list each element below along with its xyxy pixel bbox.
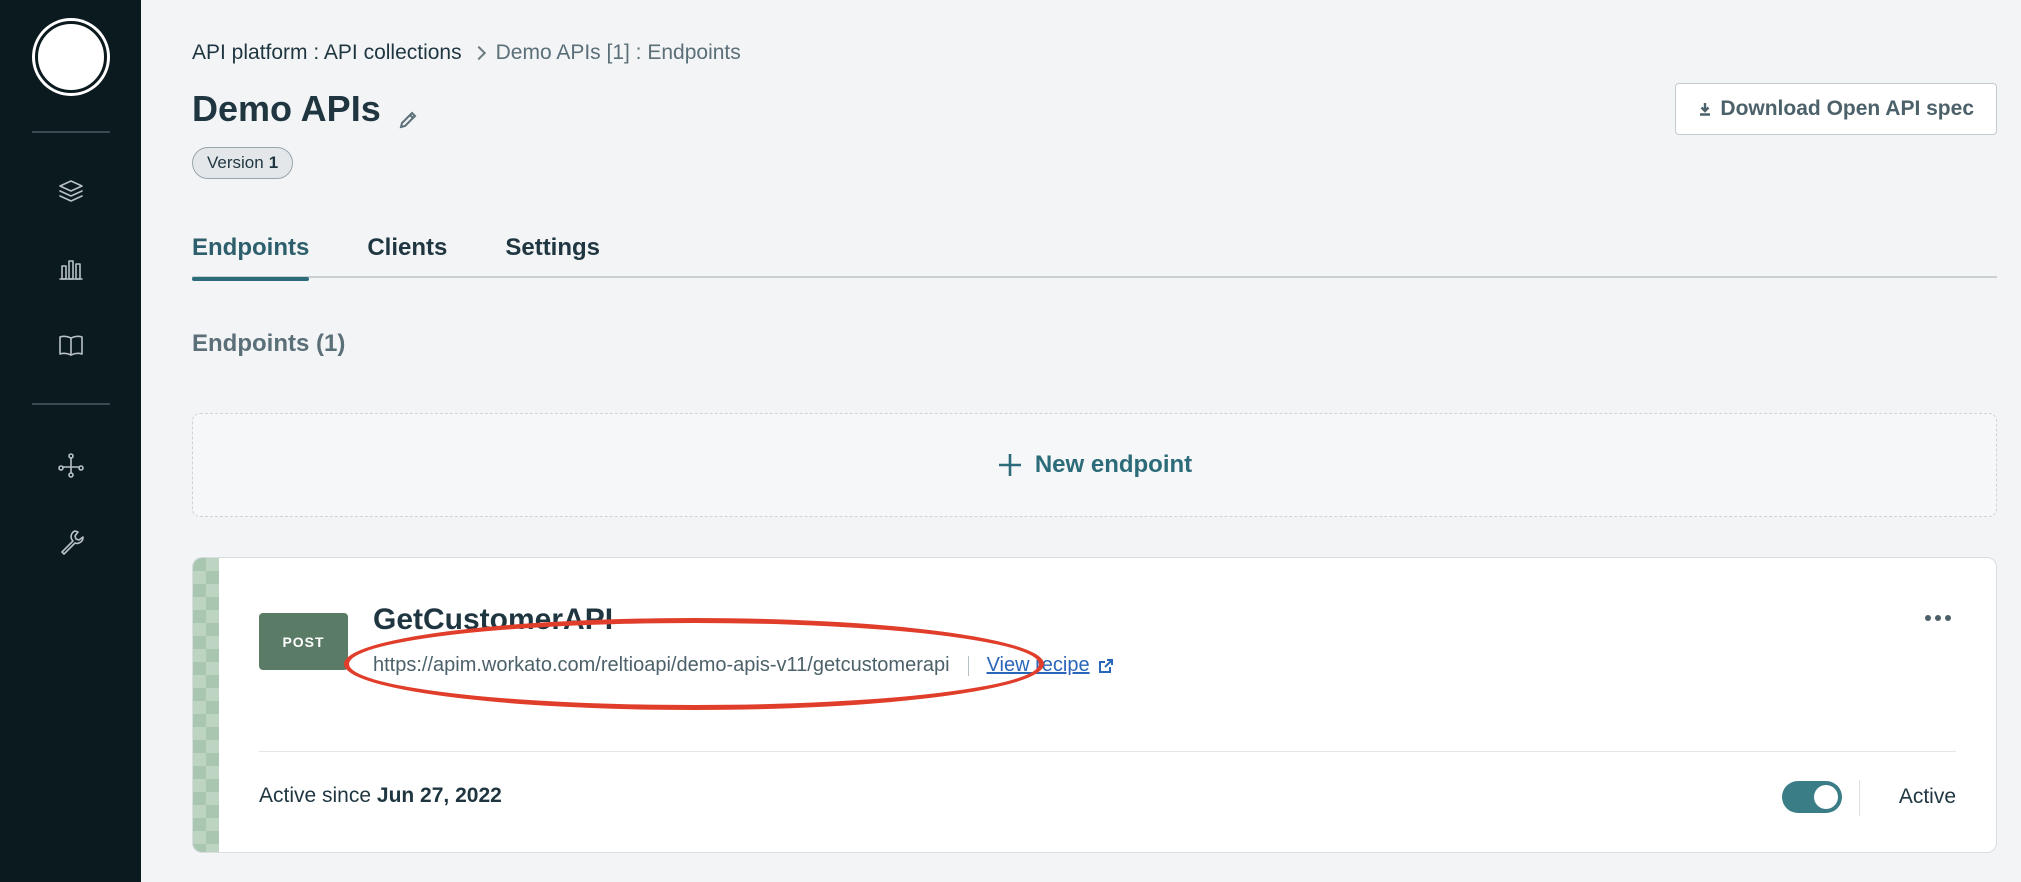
active-toggle[interactable]: [1782, 781, 1842, 813]
more-dots-icon: [1945, 615, 1951, 621]
toggle-divider: [1859, 780, 1860, 816]
tab-clients[interactable]: Clients: [367, 228, 447, 278]
card-divider: [259, 751, 1956, 752]
active-since: Active since Jun 27, 2022: [259, 784, 502, 808]
book-icon: [58, 335, 83, 356]
logo[interactable]: [34, 21, 107, 93]
method-badge: POST: [259, 613, 348, 670]
network-icon: [57, 453, 84, 478]
page-title-text: Demo APIs: [192, 88, 381, 129]
toggle-knob: [1814, 785, 1838, 809]
sidebar-divider: [31, 131, 110, 133]
endpoints-section-title: Endpoints (1): [192, 330, 346, 357]
bar-chart-icon: [58, 260, 83, 280]
endpoint-card: POST GetCustomerAPI https://apim.workato…: [192, 557, 1997, 853]
tab-bar: Endpoints Clients Settings: [192, 228, 1997, 281]
new-endpoint-button[interactable]: New endpoint: [192, 413, 1997, 517]
sidebar-item-docs[interactable]: [51, 325, 91, 365]
breadcrumb-root-link[interactable]: API platform : API collections: [192, 41, 462, 65]
sidebar-item-collections[interactable]: [51, 171, 91, 211]
sidebar-item-tools[interactable]: [51, 522, 91, 562]
external-link-icon: [1098, 658, 1113, 673]
main-content: API platform : API collections Demo APIs…: [192, 0, 1997, 882]
wrench-icon: [60, 530, 84, 555]
new-endpoint-label: New endpoint: [1034, 451, 1193, 478]
tab-settings[interactable]: Settings: [505, 228, 600, 278]
version-badge: Version 1: [192, 147, 294, 179]
download-openapi-label: Download Open API spec: [1720, 97, 1974, 120]
breadcrumb: API platform : API collections Demo APIs…: [192, 41, 741, 65]
sidebar-divider: [31, 403, 110, 405]
download-openapi-button[interactable]: Download Open API spec: [1675, 83, 1997, 135]
more-options-button[interactable]: [1920, 606, 1956, 630]
status-stripe: [193, 558, 219, 852]
active-since-label: Active since: [259, 784, 377, 807]
more-dots-icon: [1935, 615, 1941, 621]
sidebar-item-gateway[interactable]: [51, 445, 91, 485]
sidebar: [0, 0, 141, 882]
more-dots-icon: [1925, 615, 1931, 621]
version-number: 1: [268, 153, 279, 172]
chevron-right-icon: [471, 45, 486, 61]
layers-icon: [58, 180, 83, 202]
edit-title-button[interactable]: [397, 98, 419, 129]
active-since-date: Jun 27, 2022: [376, 784, 502, 807]
tab-endpoints[interactable]: Endpoints: [192, 228, 310, 281]
plus-icon: [998, 454, 1021, 476]
page-title: Demo APIs: [192, 88, 419, 130]
version-label: Version: [207, 153, 264, 172]
download-icon: [1700, 103, 1711, 116]
status-label: Active: [1898, 785, 1956, 808]
sidebar-item-dashboard[interactable]: [51, 248, 91, 288]
annotation-ellipse: [344, 618, 1044, 710]
breadcrumb-current: Demo APIs [1] : Endpoints: [495, 41, 741, 64]
pencil-icon: [399, 111, 417, 129]
